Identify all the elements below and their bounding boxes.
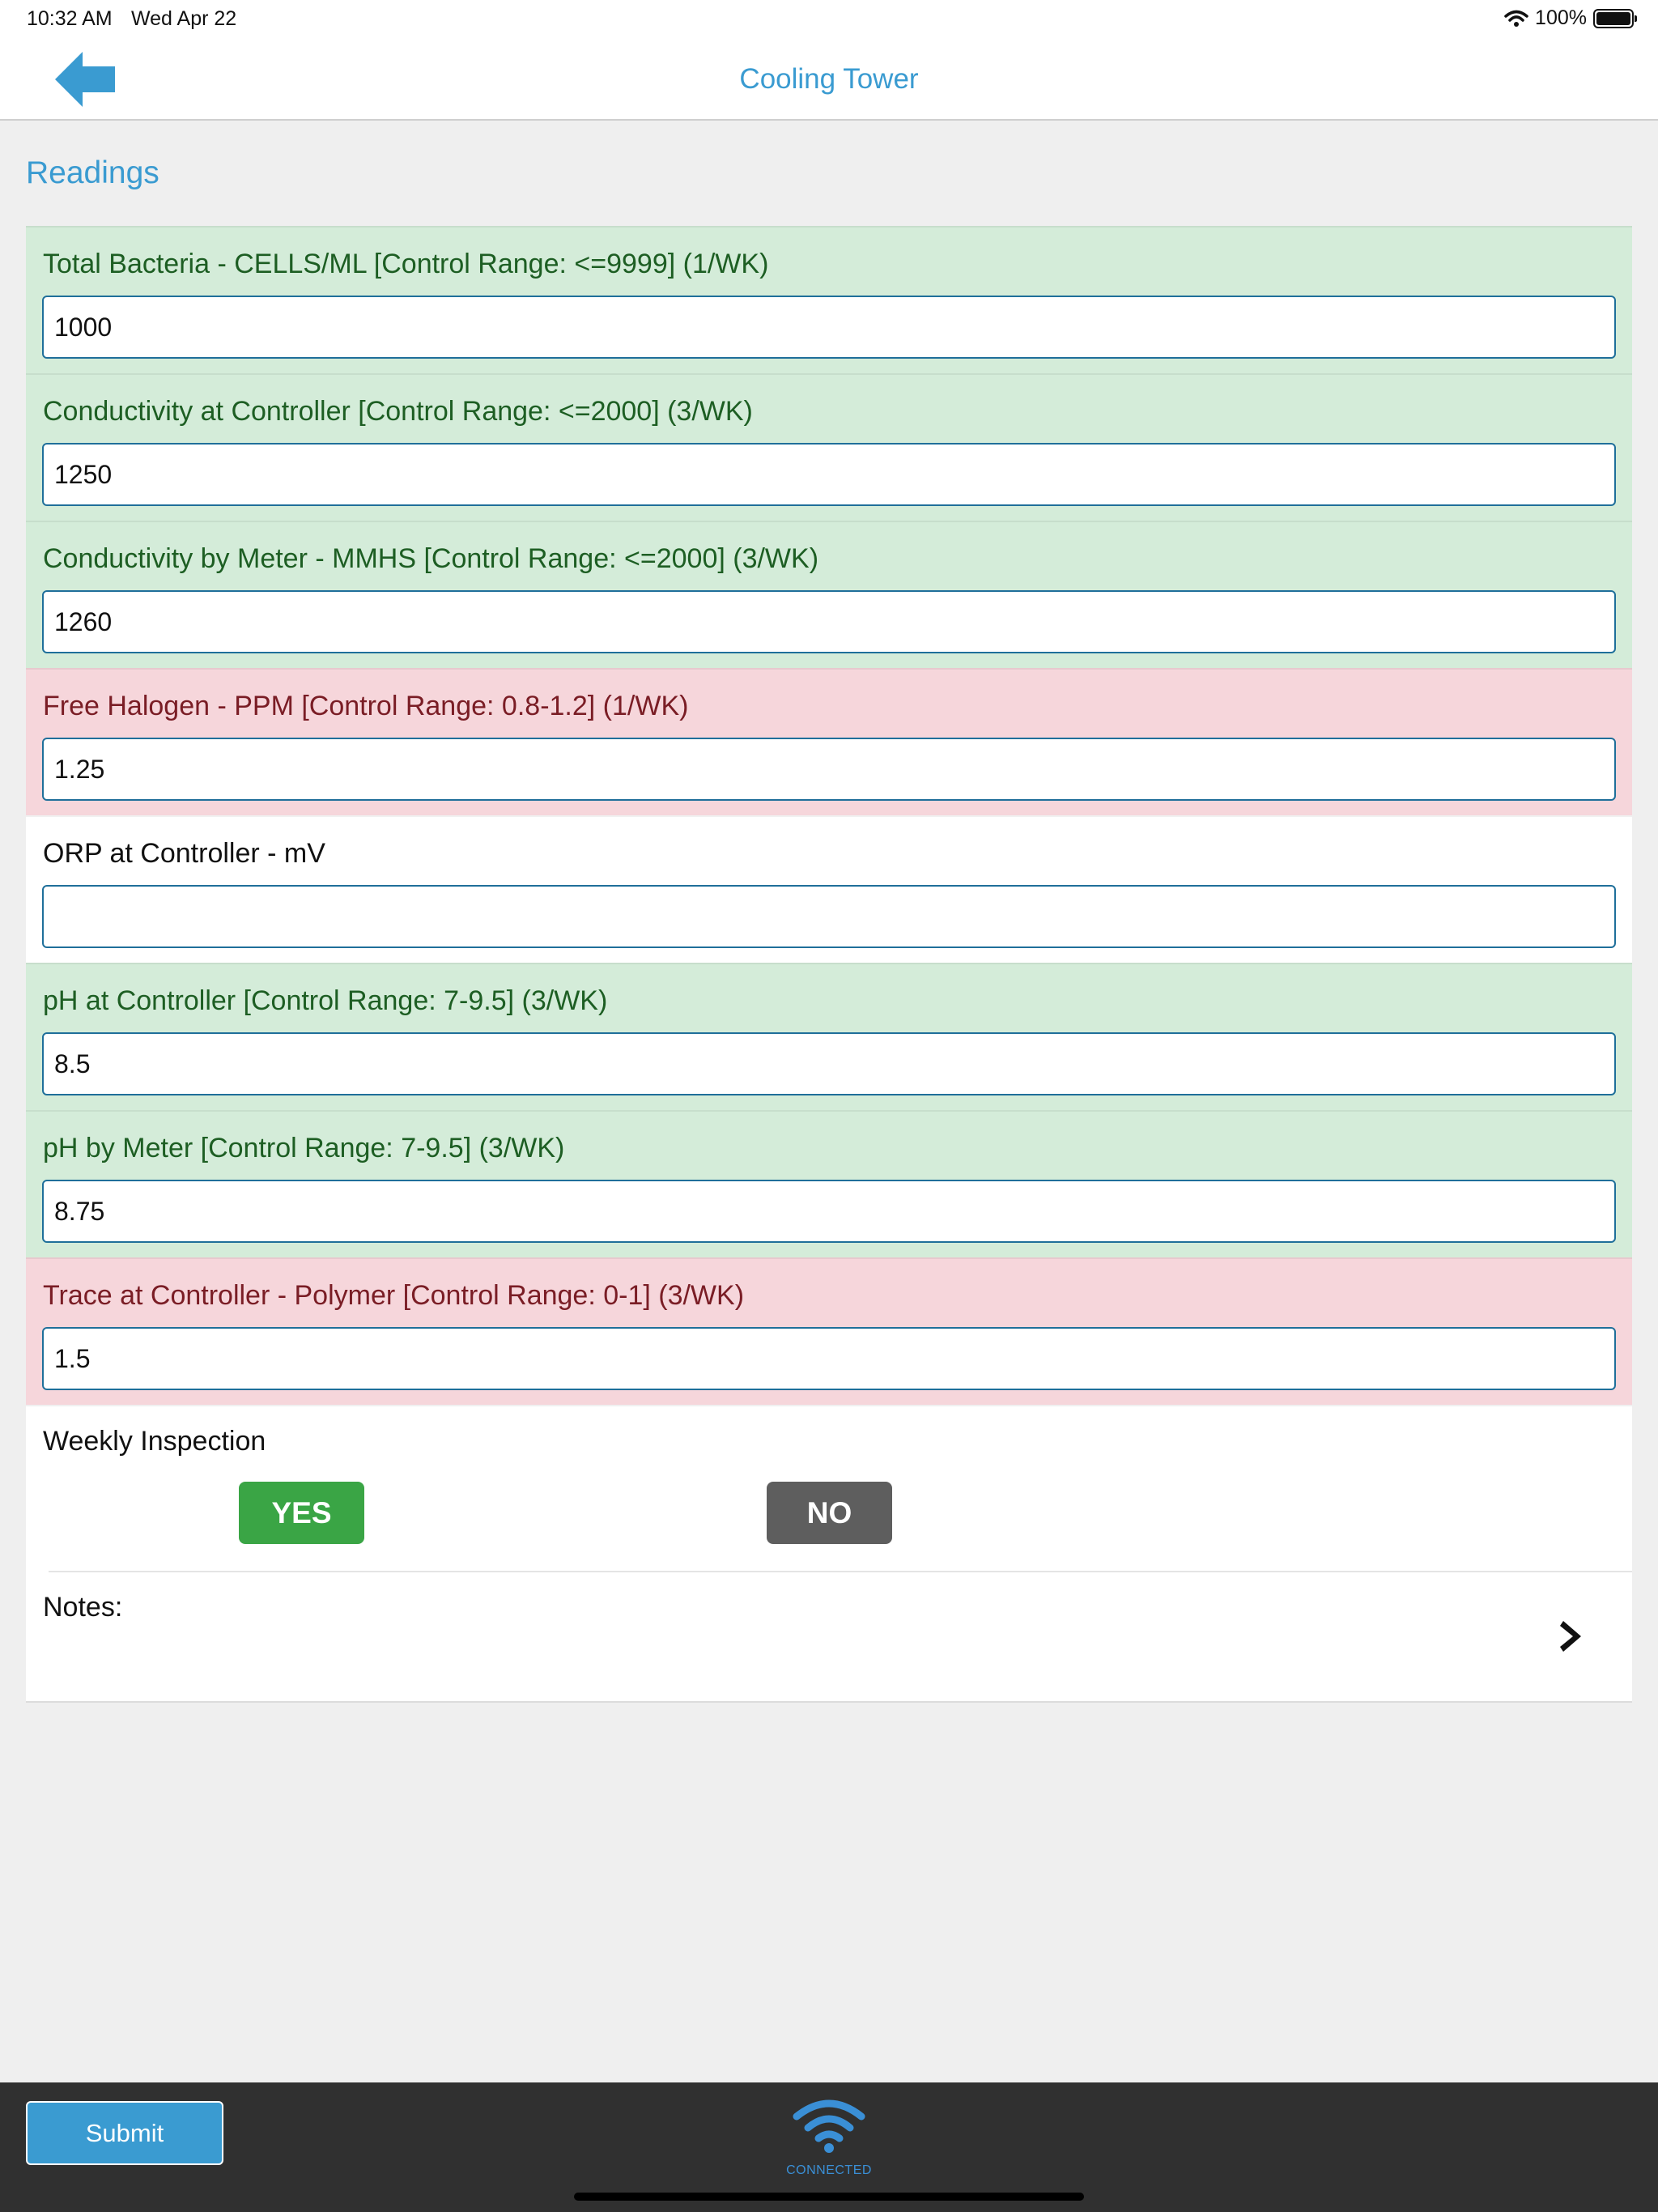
reading-label: pH by Meter [Control Range: 7-9.5] (3/WK… (43, 1133, 565, 1163)
nav-bar: Cooling Tower (0, 40, 1658, 121)
reading-row-ph-controller: pH at Controller [Control Range: 7-9.5] … (26, 963, 1632, 1110)
reading-label: Conductivity by Meter - MMHS [Control Ra… (43, 543, 819, 574)
reading-input-trace-polymer[interactable] (42, 1327, 1616, 1390)
reading-row-ph-meter: pH by Meter [Control Range: 7-9.5] (3/WK… (26, 1110, 1632, 1257)
home-indicator (574, 2193, 1084, 2201)
section-title: Readings (26, 155, 159, 190)
chevron-right-icon (1560, 1621, 1581, 1652)
reading-label: Trace at Controller - Polymer [Control R… (43, 1280, 745, 1311)
reading-label: pH at Controller [Control Range: 7-9.5] … (43, 985, 608, 1016)
notes-row[interactable]: Notes: (26, 1572, 1632, 1703)
reading-input-orp-controller[interactable] (42, 885, 1616, 948)
reading-label: Total Bacteria - CELLS/ML [Control Range… (43, 249, 769, 279)
reading-input-ph-controller[interactable] (42, 1032, 1616, 1095)
submit-button[interactable]: Submit (26, 2101, 223, 2165)
reading-row-conductivity-controller: Conductivity at Controller [Control Rang… (26, 373, 1632, 521)
reading-label: ORP at Controller - mV (43, 838, 325, 869)
weekly-inspection-label: Weekly Inspection (43, 1426, 266, 1457)
status-date: Wed Apr 22 (131, 7, 237, 30)
readings-form: Total Bacteria - CELLS/ML [Control Range… (26, 226, 1632, 1703)
reading-row-trace-polymer: Trace at Controller - Polymer [Control R… (26, 1257, 1632, 1405)
reading-input-conductivity-controller[interactable] (42, 443, 1616, 506)
reading-input-free-halogen[interactable] (42, 738, 1616, 801)
status-time: 10:32 AM (27, 7, 113, 30)
connection-status-label: CONNECTED (786, 2163, 872, 2177)
page-title: Cooling Tower (739, 63, 919, 95)
notes-label: Notes: (43, 1592, 123, 1623)
battery-percent: 100% (1535, 6, 1587, 29)
reading-input-conductivity-meter[interactable] (42, 590, 1616, 653)
battery-icon (1593, 8, 1637, 28)
wifi-icon (1504, 10, 1528, 27)
wifi-connected-icon (793, 2099, 865, 2153)
status-bar: 10:32 AM Wed Apr 22 100% (0, 0, 1658, 40)
bottom-toolbar: Submit CONNECTED (0, 2082, 1658, 2212)
reading-label: Conductivity at Controller [Control Rang… (43, 396, 753, 427)
status-indicators: 100% (1504, 6, 1637, 30)
reading-row-conductivity-meter: Conductivity by Meter - MMHS [Control Ra… (26, 521, 1632, 668)
no-button[interactable]: NO (767, 1482, 892, 1544)
reading-input-total-bacteria[interactable] (42, 296, 1616, 359)
reading-input-ph-meter[interactable] (42, 1180, 1616, 1243)
reading-row-orp-controller: ORP at Controller - mV (26, 815, 1632, 963)
yes-button[interactable]: YES (239, 1482, 364, 1544)
reading-row-total-bacteria: Total Bacteria - CELLS/ML [Control Range… (26, 226, 1632, 373)
reading-row-free-halogen: Free Halogen - PPM [Control Range: 0.8-1… (26, 668, 1632, 815)
weekly-inspection-row: Weekly Inspection YES NO (26, 1405, 1632, 1572)
reading-label: Free Halogen - PPM [Control Range: 0.8-1… (43, 691, 689, 721)
